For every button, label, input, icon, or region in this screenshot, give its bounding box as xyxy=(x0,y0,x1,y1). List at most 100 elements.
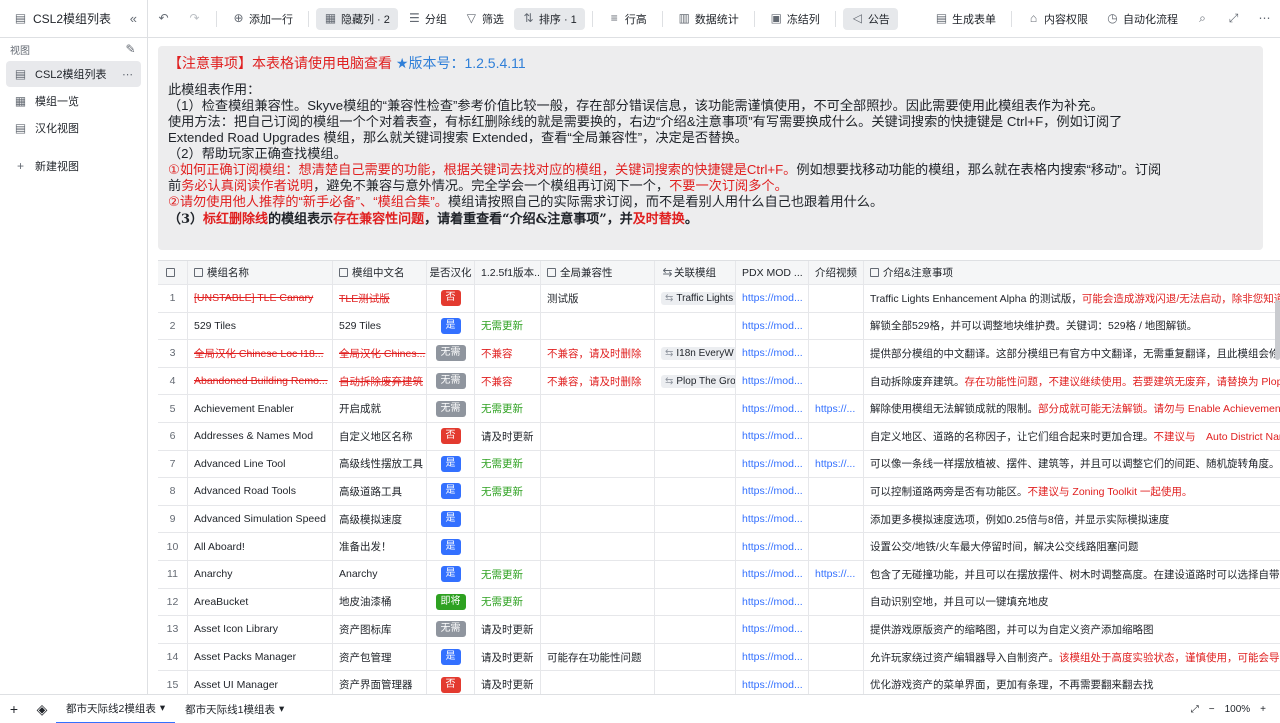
cell-related-mod[interactable]: ⇆ I18n EveryW xyxy=(655,340,736,367)
new-view-button[interactable]: + 新建视图 xyxy=(6,153,141,179)
cell-mod-name[interactable]: Anarchy xyxy=(188,560,333,588)
cell-compat[interactable] xyxy=(541,505,655,533)
table-row[interactable]: 14 Asset Packs Manager 资产包管理 是 请及时更新 可能存在功能性问… xyxy=(158,643,1280,672)
cell-compat[interactable] xyxy=(541,616,655,643)
table-row[interactable]: 5 Achievement Enabler 开启成就 无需 无需更新 https://mo… xyxy=(158,395,1280,423)
cell-version-status[interactable]: 请及时更新 xyxy=(475,422,541,450)
cell-pdx-link[interactable]: https://mod... xyxy=(736,478,809,505)
cell-mod-name[interactable]: 全局汉化 Chinese Loc I18... xyxy=(188,340,333,367)
cell-video-link[interactable] xyxy=(809,312,864,340)
column-header[interactable]: PDX MOD ... xyxy=(736,261,809,284)
cell-mod-cn-name[interactable]: 资产包管理 xyxy=(333,643,427,671)
add-sheet-icon[interactable]: + xyxy=(0,701,28,717)
cell-related-mod[interactable] xyxy=(655,395,736,422)
cell-pdx-link[interactable]: https://mod... xyxy=(736,616,809,643)
related-mod-chip[interactable]: ⇆ Plop The Gro xyxy=(661,374,735,388)
cell-related-mod[interactable] xyxy=(655,422,736,450)
cell-compat[interactable]: 测试版 xyxy=(541,285,655,312)
cell-mod-name[interactable]: Asset UI Manager xyxy=(188,671,333,694)
cell-video-link[interactable] xyxy=(809,340,864,367)
cell-mod-name[interactable]: Advanced Simulation Speed xyxy=(188,505,333,533)
cell-related-mod[interactable]: ⇆ Plop The Gro xyxy=(655,367,736,395)
cell-localized[interactable]: 否 xyxy=(427,422,475,450)
cell-mod-name[interactable]: AreaBucket xyxy=(188,588,333,616)
cell-localized[interactable]: 无需 xyxy=(427,616,475,643)
table-row[interactable]: 15 Asset UI Manager 资产界面管理器 否 请及时更新 https://m… xyxy=(158,671,1280,694)
cell-pdx-link[interactable]: https://mod... xyxy=(736,340,809,367)
cell-pdx-link[interactable]: https://mod... xyxy=(736,671,809,694)
table-row[interactable]: 8 Advanced Road Tools 高级道路工具 是 无需更新 https://m… xyxy=(158,478,1280,506)
more-button[interactable]: ⋯ xyxy=(1250,9,1279,28)
cell-mod-cn-name[interactable]: 自动拆除废弃建筑 xyxy=(333,367,427,395)
cell-pdx-link[interactable]: https://mod... xyxy=(736,367,809,395)
cell-pdx-link[interactable]: https://mod... xyxy=(736,422,809,450)
cell-mod-name[interactable]: Advanced Line Tool xyxy=(188,450,333,478)
table-row[interactable]: 1 [UNSTABLE] TLE Canary TLE测试版否测试版 ⇆ Traffic… xyxy=(158,285,1280,313)
sheet-tab-csl2[interactable]: 都市天际线2模组表 ▾ xyxy=(56,695,176,723)
cell-pdx-link[interactable]: https://mod... xyxy=(736,312,809,340)
cell-mod-name[interactable]: All Aboard! xyxy=(188,533,333,560)
cell-mod-name[interactable]: Asset Packs Manager xyxy=(188,643,333,671)
table-row[interactable]: 11 Anarchy Anarchy 是 无需更新 https://mod... https… xyxy=(158,560,1280,589)
cell-related-mod[interactable] xyxy=(655,450,736,478)
cell-notes[interactable]: 可以控制道路两旁是否有功能区。 不建议与 Zoning Toolkit 一起使用。 xyxy=(864,478,1280,505)
table-row[interactable]: 7 Advanced Line Tool 高级线性摆放工具 是 无需更新 https://… xyxy=(158,450,1280,479)
cell-pdx-link[interactable]: https://mod... xyxy=(736,643,809,671)
hidden-columns-button[interactable]: ▦ 隐藏列 · 2 xyxy=(316,7,398,30)
cell-compat[interactable]: 可能存在功能性问题 xyxy=(541,643,655,671)
cell-mod-cn-name[interactable]: 自定义地区名称 xyxy=(333,422,427,450)
cell-notes[interactable]: 自动拆除废弃建筑。 存在功能性问题，不建议继续使用。若要建筑无废弃，请替换为 Pl… xyxy=(864,368,1280,395)
cell-localized[interactable]: 无需 xyxy=(427,367,475,395)
sidebar-item-overview[interactable]: ▦ 模组一览 xyxy=(6,88,141,114)
cell-video-link[interactable] xyxy=(809,505,864,533)
cell-compat[interactable]: 不兼容，请及时删除 xyxy=(541,340,655,367)
table-row[interactable]: 13 Asset Icon Library 资产图标库 无需 请及时更新 https://… xyxy=(158,616,1280,644)
announce-button[interactable]: ◁ 公告 xyxy=(842,7,898,30)
cell-video-link[interactable]: https://... xyxy=(809,395,864,422)
cell-mod-name[interactable]: Asset Icon Library xyxy=(188,616,333,643)
cell-version-status[interactable]: 请及时更新 xyxy=(475,643,541,671)
cell-compat[interactable] xyxy=(541,450,655,478)
cell-localized[interactable]: 无需 xyxy=(427,395,475,422)
cell-notes[interactable]: 可以像一条线一样摆放植被、摆件、建筑等，并且可以调整它们的间距、随机旋转角度。关 xyxy=(864,451,1280,478)
cell-mod-name[interactable]: [UNSTABLE] TLE Canary xyxy=(188,285,333,312)
cell-version-status[interactable] xyxy=(475,533,541,560)
cell-video-link[interactable] xyxy=(809,478,864,505)
related-mod-chip[interactable]: ⇆ I18n EveryW xyxy=(661,346,735,360)
cell-notes[interactable]: 包含了无碰撞功能，并且可以在摆放摆件、树木时调整高度。在建设道路时可以选择自带护 xyxy=(864,561,1280,588)
cell-notes[interactable]: 设置公交/地铁/火车最大停留时间，解决公交线路阻塞问题 xyxy=(864,533,1280,560)
sidebar-item-csl2[interactable]: ▤ CSL2模组列表 ⋯ xyxy=(6,61,141,87)
cell-mod-cn-name[interactable]: 529 Tiles xyxy=(333,312,427,340)
cell-pdx-link[interactable]: https://mod... xyxy=(736,395,809,422)
cell-notes[interactable]: 自动识别空地，并且可以一键填充地皮 xyxy=(864,589,1280,616)
cell-notes[interactable]: 允许玩家绕过资产编辑器导入自制资产。 该模组处于高度实验状态，谨慎使用，可能会导致 xyxy=(864,644,1280,671)
permission-button[interactable]: ⌂ 内容权限 xyxy=(1019,8,1096,30)
stats-button[interactable]: ▥ 数据统计 xyxy=(670,8,747,30)
cell-pdx-link[interactable]: https://mod... xyxy=(736,285,809,312)
collapse-sidebar-icon[interactable]: « xyxy=(130,11,137,26)
group-button[interactable]: ☰ 分组 xyxy=(400,8,455,30)
table-row[interactable]: 2 529 Tiles 529 Tiles 是 无需更新 https://mod... 解锁… xyxy=(158,312,1280,341)
cell-mod-name[interactable]: 529 Tiles xyxy=(188,312,333,340)
cell-notes[interactable]: 解锁全部529格，并可以调整地块维护费。关键词：529格 / 地图解锁。 xyxy=(864,313,1280,340)
cell-compat[interactable] xyxy=(541,395,655,422)
cell-video-link[interactable] xyxy=(809,616,864,643)
cell-video-link[interactable] xyxy=(809,588,864,616)
cell-localized[interactable]: 是 xyxy=(427,643,475,671)
fit-screen-icon[interactable]: ⤢ xyxy=(1191,704,1199,715)
cell-related-mod[interactable] xyxy=(655,533,736,560)
table-row[interactable]: 12 AreaBucket 地皮油漆桶 即将 无需更新 https://mod... 自动识… xyxy=(158,588,1280,617)
cell-localized[interactable]: 是 xyxy=(427,560,475,588)
cell-related-mod[interactable] xyxy=(655,671,736,694)
cell-version-status[interactable]: 不兼容 xyxy=(475,340,541,367)
cell-notes[interactable]: 解除使用模组无法解锁成就的限制。 部分成就可能无法解锁。请勿与 Enable Ac… xyxy=(864,395,1280,422)
cell-mod-cn-name[interactable]: 准备出发！ xyxy=(333,533,427,560)
cell-pdx-link[interactable]: https://mod... xyxy=(736,533,809,560)
cell-related-mod[interactable] xyxy=(655,616,736,643)
cell-localized[interactable]: 是 xyxy=(427,312,475,340)
table-row[interactable]: 9 Advanced Simulation Speed 高级模拟速度 是 https:/… xyxy=(158,505,1280,534)
table-row[interactable]: 10 All Aboard! 准备出发！ 是 https://mod... 设置公交/地铁… xyxy=(158,533,1280,561)
cell-compat[interactable] xyxy=(541,588,655,616)
cell-notes[interactable]: 自定义地区、道路的名称因子，让它们组合起来时更加合理。 不建议与 Auto Dis… xyxy=(864,423,1280,450)
cell-related-mod[interactable] xyxy=(655,505,736,533)
